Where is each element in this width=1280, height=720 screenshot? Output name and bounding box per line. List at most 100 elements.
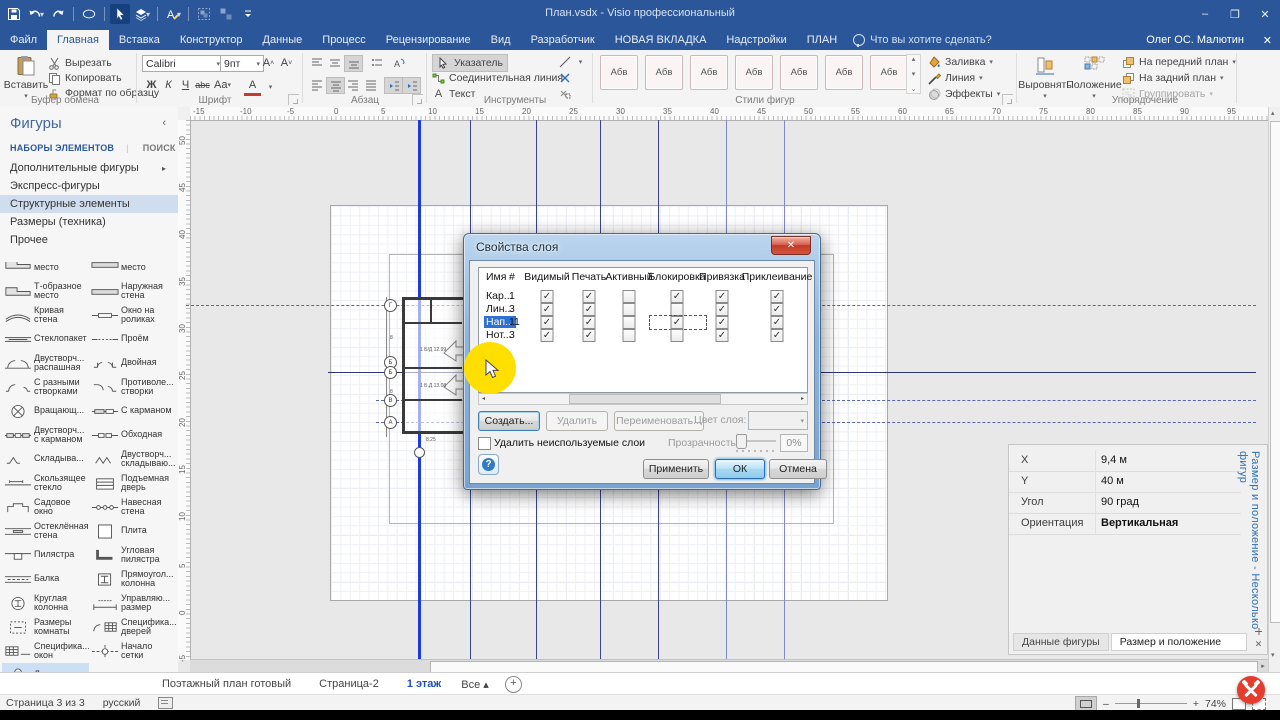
layer-checkbox[interactable]: ✓ bbox=[541, 290, 554, 303]
ellipse-tool-icon[interactable] bbox=[79, 4, 99, 24]
shape-style-swatch[interactable]: Абв bbox=[690, 55, 728, 90]
shape-item[interactable]: Скользящее стекло bbox=[2, 471, 89, 495]
shape-item[interactable]: место bbox=[89, 262, 176, 272]
layer-checkbox[interactable]: ✓ bbox=[716, 290, 729, 303]
layer-checkbox[interactable] bbox=[671, 329, 684, 342]
shape-item[interactable]: Пилястра bbox=[2, 543, 89, 567]
align-top-icon[interactable] bbox=[308, 55, 325, 70]
size-position-row[interactable]: ОриентацияВертикальная bbox=[1009, 513, 1241, 535]
italic-button[interactable]: К bbox=[160, 77, 177, 93]
ltscroll-left-icon[interactable]: ◂ bbox=[479, 394, 488, 402]
stencil-item[interactable]: Структурные элементы bbox=[0, 195, 178, 213]
remove-unused-checkbox[interactable] bbox=[478, 437, 491, 450]
layer-checkbox[interactable]: ✓ bbox=[771, 316, 784, 329]
font-style-dropdown-icon[interactable]: ▾ bbox=[177, 10, 181, 19]
layer-row[interactable]: Нот...3✓✓✓✓ bbox=[479, 329, 807, 342]
shape-item[interactable]: Размеры комнаты bbox=[2, 615, 89, 639]
canvas-horizontal-scrollbar[interactable]: ▸ bbox=[190, 659, 1268, 673]
shape-item[interactable]: Садовое окно bbox=[2, 495, 89, 519]
align-middle-icon[interactable] bbox=[326, 55, 343, 70]
document-close-icon[interactable]: ✕ bbox=[1263, 34, 1272, 47]
collapse-panel-icon[interactable]: ‹ bbox=[162, 117, 166, 129]
layer-checkbox[interactable]: ✓ bbox=[671, 290, 684, 303]
pin-icon[interactable] bbox=[1254, 627, 1263, 636]
layer-checkbox[interactable]: ✓ bbox=[583, 290, 596, 303]
shape-item[interactable]: Складыва... bbox=[2, 447, 89, 471]
layer-checkbox[interactable]: ✓ bbox=[541, 316, 554, 329]
layer-table[interactable]: Имя#ВидимыйПечатьАктивныйБлокировкаПривя… bbox=[478, 267, 808, 393]
layer-checkbox[interactable]: ✓ bbox=[541, 303, 554, 316]
layer-checkbox[interactable] bbox=[623, 329, 636, 342]
size-position-row[interactable]: Y40 м bbox=[1009, 471, 1241, 493]
layer-row[interactable]: Нап...11✓✓✓✓✓ bbox=[479, 316, 807, 329]
shape-item[interactable]: Двустворч... с карманом bbox=[2, 423, 89, 447]
customize-qat-icon[interactable] bbox=[238, 4, 258, 24]
align-bottom-icon[interactable] bbox=[344, 55, 363, 72]
tab-search[interactable]: ПОИСК bbox=[143, 143, 176, 153]
layer-name[interactable]: Нот... bbox=[486, 329, 512, 341]
zoom-out-icon[interactable]: – bbox=[1103, 698, 1109, 710]
shape-item[interactable]: место bbox=[2, 262, 89, 272]
gallery-more-icon[interactable]: ⌄ bbox=[911, 85, 917, 93]
grow-font-icon[interactable]: A˄ bbox=[260, 55, 277, 71]
status-page[interactable]: Страница 3 из 3 bbox=[6, 697, 85, 709]
shape-item[interactable]: Угловая пилястра bbox=[89, 543, 176, 567]
shape-item[interactable]: Окно на роликах bbox=[89, 303, 176, 327]
connection-point-tool-icon[interactable] bbox=[556, 70, 573, 85]
shape-item[interactable]: С карманом bbox=[89, 399, 176, 423]
layer-checkbox[interactable]: ✓ bbox=[583, 303, 596, 316]
stencil-item[interactable]: Дополнительные фигуры▸ bbox=[0, 159, 178, 177]
size-row-value[interactable]: Вертикальная bbox=[1101, 517, 1178, 529]
font-style-icon[interactable]: A▾ bbox=[163, 4, 183, 24]
bullets-icon[interactable] bbox=[368, 55, 385, 70]
size-row-value[interactable]: 90 град bbox=[1101, 496, 1139, 508]
presentation-mode-icon[interactable] bbox=[1075, 696, 1097, 711]
help-button[interactable]: ? bbox=[478, 454, 499, 475]
shape-item[interactable]: Двустворч... складываю... bbox=[89, 447, 176, 471]
shape-item[interactable]: Прямоугол... колонна bbox=[89, 567, 176, 591]
all-pages-dropdown[interactable]: Все ▴ bbox=[461, 678, 489, 691]
page-tab[interactable]: Страница-2 bbox=[305, 678, 393, 690]
tab-stencils[interactable]: НАБОРЫ ЭЛЕМЕНТОВ bbox=[10, 143, 114, 153]
tell-me-box[interactable]: Что вы хотите сделать? bbox=[853, 34, 992, 50]
tab-Файл[interactable]: Файл bbox=[0, 30, 47, 50]
font-color-dropdown-icon[interactable]: ▾ bbox=[262, 79, 279, 95]
align-button[interactable]: Выровнять▾ bbox=[1022, 53, 1068, 105]
size-position-row[interactable]: X9,4 м bbox=[1009, 450, 1241, 472]
tab-Главная[interactable]: Главная bbox=[47, 30, 109, 50]
shape-item[interactable]: Т-образное место bbox=[2, 279, 89, 303]
zoom-level[interactable]: 74% bbox=[1205, 698, 1226, 710]
tab-Процесс[interactable]: Процесс bbox=[312, 30, 375, 50]
minimize-button[interactable]: – bbox=[1190, 0, 1220, 28]
align-left-icon[interactable] bbox=[308, 77, 325, 92]
shape-item[interactable]: Начало сетки bbox=[89, 639, 176, 663]
text-tool-button[interactable]: А Текст bbox=[432, 86, 475, 102]
layer-checkbox[interactable] bbox=[623, 303, 636, 316]
text-rotate-icon[interactable]: A bbox=[390, 55, 407, 70]
status-language[interactable]: русский bbox=[103, 697, 141, 709]
underline-button[interactable]: Ч bbox=[177, 77, 194, 93]
layer-checkbox[interactable]: ✓ bbox=[771, 290, 784, 303]
shape-item[interactable]: Двустворч... распашная bbox=[2, 351, 89, 375]
vscroll-down-icon[interactable]: ▾ bbox=[1271, 651, 1275, 659]
font-color-button[interactable]: А bbox=[244, 77, 261, 96]
ok-button[interactable]: ОК bbox=[715, 459, 765, 479]
align-right-icon[interactable] bbox=[344, 77, 361, 92]
shape-item[interactable]: Навесная стена bbox=[89, 495, 176, 519]
font-size-combo[interactable]: 9пт▾ bbox=[220, 55, 264, 72]
layer-checkbox[interactable] bbox=[623, 290, 636, 303]
zoom-in-icon[interactable]: + bbox=[1193, 698, 1199, 710]
gallery-down-icon[interactable]: ▾ bbox=[912, 70, 916, 78]
fill-button[interactable]: Заливка▾ bbox=[928, 54, 993, 70]
ltscroll-right-icon[interactable]: ▸ bbox=[798, 394, 807, 402]
shrink-font-icon[interactable]: A˅ bbox=[278, 55, 295, 71]
new-layer-button[interactable]: Создать... bbox=[478, 411, 540, 431]
layer-checkbox[interactable] bbox=[623, 316, 636, 329]
size-position-row[interactable]: Угол90 град bbox=[1009, 492, 1241, 514]
layer-checkbox[interactable]: ✓ bbox=[716, 303, 729, 316]
change-case-button[interactable]: Aa▾ bbox=[214, 77, 231, 93]
font-family-combo[interactable]: Calibri▾ bbox=[142, 55, 224, 72]
shape-item[interactable]: Вращающ... bbox=[2, 399, 89, 423]
shape-item[interactable]: Специфика... дверей bbox=[89, 615, 176, 639]
effects-button[interactable]: Эффекты▾ bbox=[928, 86, 1000, 102]
